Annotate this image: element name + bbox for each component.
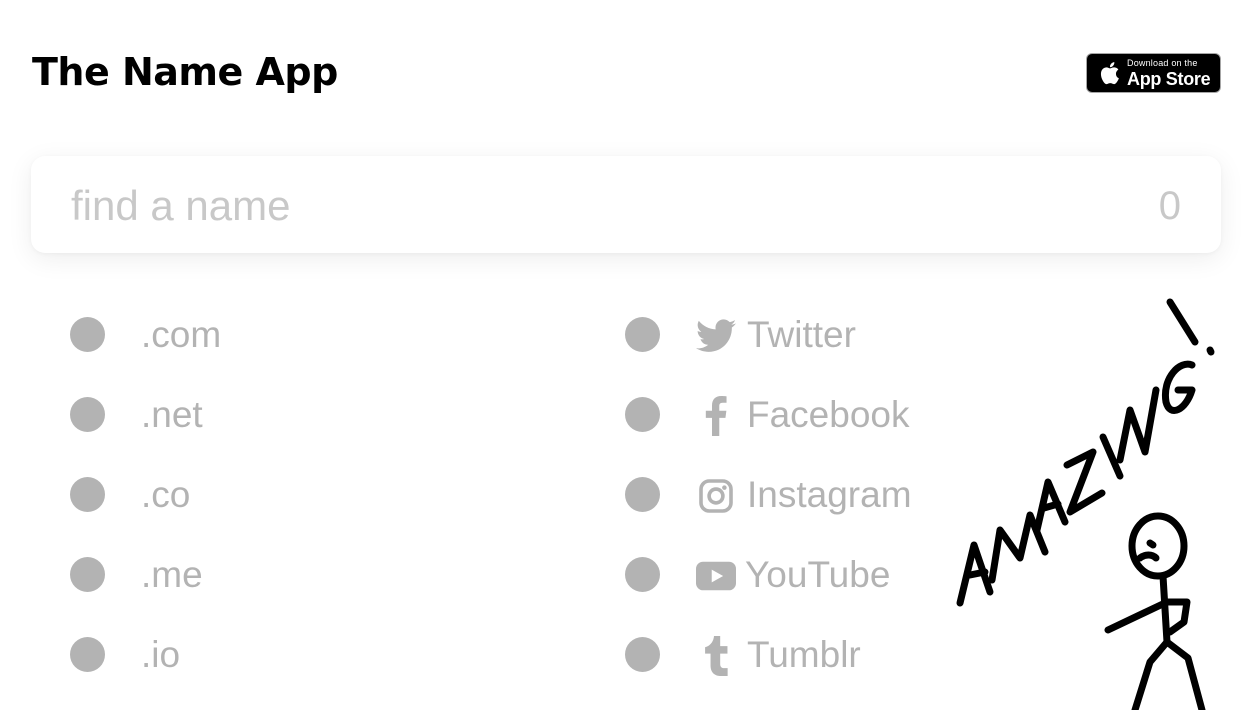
- social-label: Instagram: [747, 474, 912, 515]
- status-dot: [625, 397, 660, 432]
- instagram-icon: [696, 477, 736, 515]
- apple-icon: [1100, 62, 1119, 85]
- app-store-small-label: Download on the: [1127, 57, 1198, 68]
- domain-label: .com: [141, 314, 222, 355]
- domain-label: .co: [141, 474, 191, 515]
- status-dot: [625, 477, 660, 512]
- domain-label: .me: [141, 554, 203, 595]
- social-label: Tumblr: [747, 634, 861, 675]
- status-dot: [70, 477, 105, 512]
- status-dot: [70, 637, 105, 672]
- character-count: 0: [1158, 184, 1181, 228]
- social-label: YouTube: [745, 554, 891, 595]
- social-label: Facebook: [747, 394, 910, 435]
- status-dot: [625, 637, 660, 672]
- twitter-icon: [696, 317, 736, 355]
- tumblr-icon: [696, 636, 736, 676]
- search-input[interactable]: [71, 178, 1071, 234]
- amazing-stick-figure-doodle: [956, 298, 1215, 710]
- domain-label: .io: [141, 634, 181, 675]
- status-dot: [70, 397, 105, 432]
- app-store-big-label: App Store: [1127, 68, 1211, 89]
- social-label: Twitter: [747, 314, 856, 355]
- status-dot: [625, 317, 660, 352]
- status-dot: [625, 557, 660, 592]
- youtube-icon: [696, 557, 736, 595]
- facebook-icon: [696, 396, 736, 436]
- status-dot: [70, 557, 105, 592]
- domain-label: .net: [141, 394, 203, 435]
- app-title: The Name App: [32, 50, 338, 94]
- search-box: 0: [31, 156, 1221, 253]
- status-dot: [70, 317, 105, 352]
- app-store-badge[interactable]: Download on the App Store: [1086, 53, 1221, 93]
